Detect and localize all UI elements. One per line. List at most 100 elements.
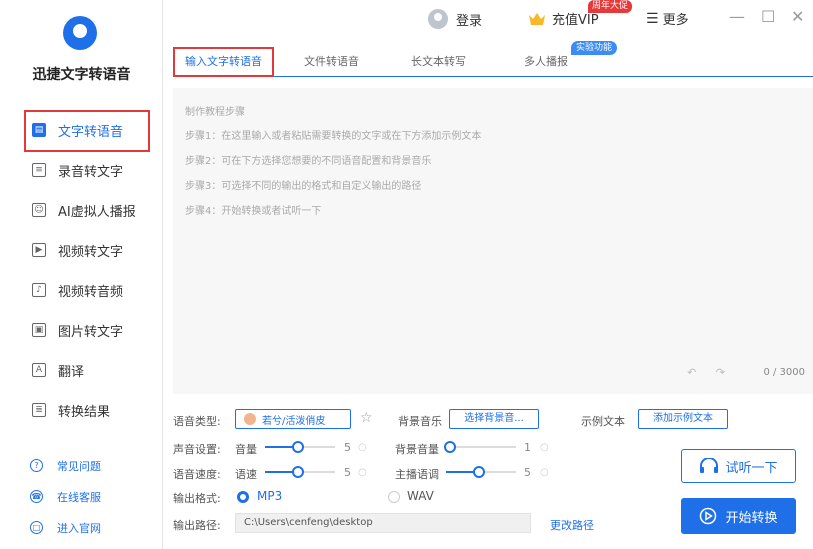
menu-icon: ☰ (646, 10, 659, 27)
path-label: 输出路径: (173, 519, 221, 532)
output-path-field[interactable]: C:\Users\cenfeng\desktop (235, 513, 531, 533)
slider-knob[interactable] (292, 466, 304, 478)
sidebar-item-ai-avatar[interactable]: ☺ AI虚拟人播报 (0, 190, 163, 230)
close-button[interactable]: ✕ (791, 7, 804, 26)
reset-icon[interactable]: ○ (358, 442, 367, 453)
pitch-value: 5 (524, 466, 531, 479)
pitch-slider[interactable] (446, 464, 516, 480)
faq-link[interactable]: ? 常见问题 (0, 450, 163, 481)
support-icon: ☎ (30, 490, 43, 503)
slider-knob[interactable] (473, 466, 485, 478)
tab-input-text[interactable]: 输入文字转语音 (173, 47, 274, 77)
sidebar-item-results[interactable]: ≣ 转换结果 (0, 390, 163, 430)
select-bg-music-button[interactable]: 选择背景音... (449, 409, 539, 429)
website-label: 进入官网 (57, 521, 101, 535)
faq-icon: ? (30, 459, 43, 472)
sidebar-item-recording-to-text[interactable]: ≡ 录音转文字 (0, 150, 163, 190)
title-bar: 登录 充值VIP 周年大促 ☰ 更多 — ☐ ✕ (163, 0, 813, 40)
result-icon: ≣ (32, 403, 46, 417)
sidebar-item-video-to-audio[interactable]: ♪ 视频转音频 (0, 270, 163, 310)
sidebar-item-translate[interactable]: A 翻译 (0, 350, 163, 390)
text-input-area[interactable]: 制作教程步骤 步骤1：在这里输入或者粘贴需要转换的文字或在下方添加示例文本 步骤… (173, 88, 813, 394)
format-wav-radio[interactable] (388, 491, 400, 503)
support-link[interactable]: ☎ 在线客服 (0, 481, 163, 512)
volume-label: 音量 (235, 443, 257, 456)
faq-label: 常见问题 (57, 459, 101, 473)
add-example-text-button[interactable]: 添加示例文本 (638, 409, 728, 429)
sidebar-nav: ▤ 文字转语音 ≡ 录音转文字 ☺ AI虚拟人播报 ▶ 视频转文字 ♪ 视频转音… (0, 110, 163, 430)
translate-icon: A (32, 363, 46, 377)
format-mp3-radio[interactable] (237, 491, 249, 503)
speed-sub-label: 语速 (235, 468, 257, 481)
sidebar-item-label: 视频转文字 (58, 244, 124, 260)
voice-type-label: 语音类型: (173, 415, 221, 428)
volume-slider[interactable] (265, 439, 335, 455)
website-link[interactable]: □ 进入官网 (0, 512, 163, 543)
avatar-icon (428, 9, 448, 29)
tab-long-text[interactable]: 长文本转写 (411, 47, 466, 77)
ai-avatar-icon: ☺ (32, 203, 46, 217)
sidebar-item-image-to-text[interactable]: ▣ 图片转文字 (0, 310, 163, 350)
speed-slider[interactable] (265, 464, 335, 480)
sidebar-item-label: AI虚拟人播报 (58, 204, 136, 220)
app-name: 迅捷文字转语音 (32, 67, 131, 83)
login-button[interactable]: 登录 (428, 9, 482, 29)
text-to-speech-icon: ▤ (32, 123, 46, 137)
voice-select-button[interactable]: 若兮/活泼俏皮 (235, 409, 351, 429)
guide-step: 步骤1：在这里输入或者粘贴需要转换的文字或在下方添加示例文本 (185, 131, 482, 142)
video-audio-icon: ♪ (32, 283, 46, 297)
slider-knob[interactable] (292, 441, 304, 453)
guide-title: 制作教程步骤 (185, 107, 245, 118)
sidebar-item-video-to-text[interactable]: ▶ 视频转文字 (0, 230, 163, 270)
guide-step: 步骤2：可在下方选择您想要的不同语音配置和背景音乐 (185, 156, 432, 167)
more-label: 更多 (662, 13, 689, 28)
app-window: 迅捷文字转语音 ▤ 文字转语音 ≡ 录音转文字 ☺ AI虚拟人播报 ▶ 视频转文… (0, 0, 813, 549)
undo-redo-icons[interactable]: ↶ ↷ (687, 366, 733, 379)
play-circle-icon (700, 507, 717, 525)
sound-settings-label: 声音设置: (173, 443, 221, 456)
tab-multi-speaker[interactable]: 多人播报 (524, 47, 568, 77)
char-counter: 0 / 3000 (763, 367, 805, 378)
recording-icon: ≡ (32, 163, 46, 177)
guide-step: 步骤4：开始转换或者试听一下 (185, 206, 322, 217)
app-logo-icon (63, 16, 97, 50)
format-mp3-label: MP3 (257, 489, 283, 503)
bg-music-label: 背景音乐 (398, 415, 442, 428)
bg-volume-slider[interactable] (444, 439, 516, 455)
reset-icon[interactable]: ○ (358, 467, 367, 478)
maximize-button[interactable]: ☐ (761, 7, 775, 26)
pitch-label: 主播语调 (395, 468, 439, 481)
start-convert-button[interactable]: 开始转换 (681, 498, 796, 534)
change-path-link[interactable]: 更改路径 (550, 517, 594, 533)
sidebar-item-label: 翻译 (58, 364, 85, 380)
sidebar-item-text-to-speech[interactable]: ▤ 文字转语音 (0, 110, 163, 152)
help-links: ? 常见问题 ☎ 在线客服 □ 进入官网 (0, 450, 163, 543)
support-label: 在线客服 (57, 490, 101, 504)
voice-avatar-icon (244, 413, 256, 425)
lab-badge: 实验功能 (571, 41, 618, 55)
sidebar: 迅捷文字转语音 ▤ 文字转语音 ≡ 录音转文字 ☺ AI虚拟人播报 ▶ 视频转文… (0, 0, 163, 549)
tab-file-to-speech[interactable]: 文件转语音 (304, 47, 359, 77)
sidebar-item-label: 录音转文字 (58, 164, 124, 180)
sidebar-item-label: 转换结果 (58, 404, 111, 420)
voice-value: 若兮/活泼俏皮 (262, 415, 326, 427)
guide-step: 步骤3：可选择不同的输出的格式和自定义输出的路径 (185, 181, 422, 192)
reset-icon[interactable]: ○ (540, 442, 549, 453)
more-menu-button[interactable]: ☰ 更多 (646, 9, 689, 29)
listen-label: 试听一下 (725, 460, 778, 476)
sidebar-item-label: 文字转语音 (58, 124, 124, 140)
format-label: 输出格式: (173, 492, 221, 505)
volume-value: 5 (344, 441, 351, 454)
website-icon: □ (30, 521, 43, 534)
listen-button[interactable]: 试听一下 (681, 449, 796, 483)
crown-icon (529, 12, 545, 25)
function-tabs: 输入文字转语音 文件转语音 长文本转写 多人播报 (173, 47, 813, 77)
favorite-star-icon[interactable]: ☆ (360, 410, 373, 426)
promo-badge: 周年大促 (588, 0, 633, 13)
minimize-button[interactable]: — (729, 7, 745, 26)
reset-icon[interactable]: ○ (540, 467, 549, 478)
format-wav-label: WAV (407, 489, 434, 503)
slider-knob[interactable] (444, 441, 456, 453)
example-text-label: 示例文本 (581, 415, 625, 428)
speed-value: 5 (344, 466, 351, 479)
